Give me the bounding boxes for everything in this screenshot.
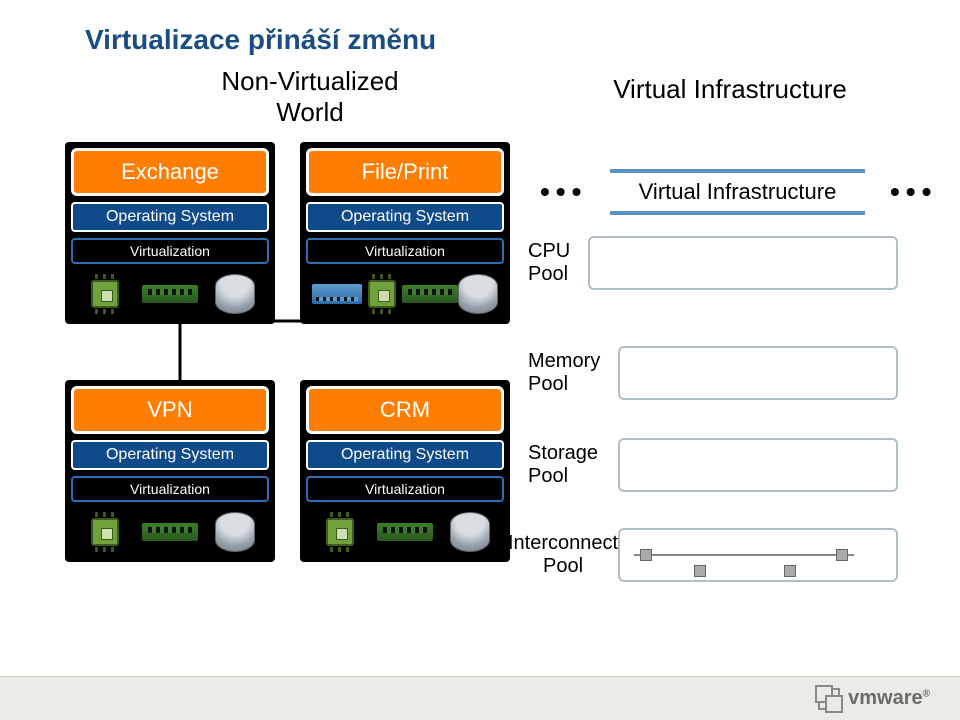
pool-label-cpu: CPUPool [528,240,570,286]
ram-icon [402,285,458,303]
disk-icon [215,274,255,314]
disk-icon [458,274,498,314]
hardware-row [306,508,504,558]
os-label: Operating System [306,440,504,470]
subtitle-right: Virtual Infrastructure [580,74,880,105]
ram-icon [377,523,433,541]
network-icon [312,284,362,304]
cpu-icon [320,512,360,552]
cpu-icon [85,512,125,552]
virtual-infrastructure-header: Virtual Infrastructure [610,169,865,215]
app-label: Exchange [71,148,269,196]
virt-label: Virtualization [306,238,504,264]
virt-label: Virtualization [306,476,504,502]
ellipsis-icon: ••• [890,176,937,208]
hardware-row [71,270,269,320]
disk-icon [450,512,490,552]
pool-box-storage [618,438,898,492]
os-label: Operating System [71,202,269,232]
hardware-row [306,270,504,320]
interconnect-icon [634,549,854,561]
pool-label-memory: MemoryPool [528,350,600,396]
cpu-icon [85,274,125,314]
pool-label-storage: StoragePool [528,442,598,488]
os-label: Operating System [71,440,269,470]
stack-exchange: Exchange Operating System Virtualization [65,142,275,324]
ram-icon [142,523,198,541]
pool-box-cpu [588,236,898,290]
hardware-row [71,508,269,558]
vmware-logo-icon [818,688,840,710]
subtitle-left: Non-VirtualizedWorld [180,66,440,128]
cpu-icon [362,274,402,314]
vmware-logo: vmware® [818,687,930,710]
footer-bar: vmware® [0,676,960,720]
disk-icon [215,512,255,552]
stack-fileprint: File/Print Operating System Virtualizati… [300,142,510,324]
stack-vpn: VPN Operating System Virtualization [65,380,275,562]
stack-crm: CRM Operating System Virtualization [300,380,510,562]
vmware-logo-text: vmware® [848,687,930,710]
pool-label-interconnect: InterconnectPool [508,532,618,578]
pool-box-memory [618,346,898,400]
app-label: VPN [71,386,269,434]
ellipsis-icon: ••• [540,176,587,208]
virt-label: Virtualization [71,476,269,502]
diagram-title: Virtualizace přináší změnu [85,24,436,56]
virt-label: Virtualization [71,238,269,264]
ram-icon [142,285,198,303]
app-label: CRM [306,386,504,434]
pool-box-interconnect [618,528,898,582]
os-label: Operating System [306,202,504,232]
app-label: File/Print [306,148,504,196]
